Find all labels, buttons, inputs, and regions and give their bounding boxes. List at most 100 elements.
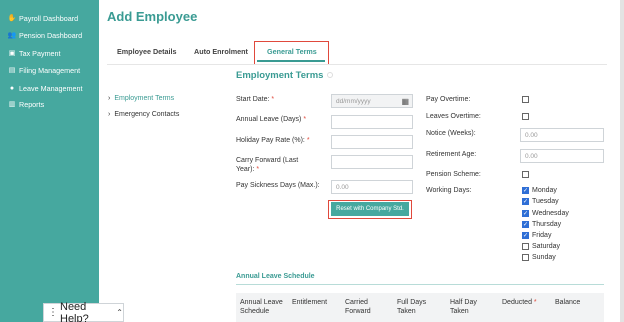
annual-leave-input[interactable] bbox=[331, 115, 413, 129]
pay-sickness-input[interactable]: 0.00 bbox=[331, 180, 413, 194]
chevron-up-icon[interactable]: ⌃ bbox=[116, 308, 123, 317]
notice-weeks-value: 0.00 bbox=[525, 131, 538, 139]
main-panel: Add Employee Employee Details Auto Enrol… bbox=[99, 0, 624, 322]
sidebar-item-filing-management[interactable]: ▤ Filing Management bbox=[8, 63, 80, 77]
annual-leave-schedule-title: Annual Leave Schedule bbox=[236, 273, 315, 280]
wednesday-checkbox[interactable] bbox=[522, 210, 529, 217]
scrollbar[interactable] bbox=[620, 0, 624, 322]
annual-leave-label-text: Annual Leave (Days) bbox=[236, 116, 302, 123]
pay-sickness-value: 0.00 bbox=[336, 183, 349, 191]
holiday-pay-label: Holiday Pay Rate (%): * bbox=[236, 136, 310, 145]
start-date-label-text: Start Date: bbox=[236, 96, 270, 103]
left-nav-employment-terms[interactable]: › Employment Terms bbox=[108, 95, 174, 102]
column-header-line1: Deducted bbox=[502, 299, 532, 306]
leaves-overtime-label: Leaves Overtime: bbox=[426, 113, 481, 120]
required-marker: * bbox=[256, 166, 260, 173]
need-help-label: Need Help? bbox=[60, 300, 89, 322]
sidebar-item-label: Leave Management bbox=[19, 83, 83, 93]
column-header-half-day-taken: Half Day Taken bbox=[450, 298, 477, 316]
column-header-line2: Taken bbox=[450, 308, 469, 315]
chevron-right-icon: › bbox=[108, 111, 111, 118]
required-marker: * bbox=[533, 299, 537, 306]
thursday-checkbox[interactable] bbox=[522, 221, 529, 228]
column-header-line1: Full Days bbox=[397, 299, 427, 306]
thursday-label: Thursday bbox=[532, 221, 562, 228]
sidebar-item-label: Reports bbox=[19, 99, 45, 109]
left-nav-label: Employment Terms bbox=[114, 95, 175, 102]
pension-scheme-label: Pension Scheme: bbox=[426, 171, 481, 178]
holiday-pay-label-text: Holiday Pay Rate (%): bbox=[236, 137, 305, 144]
column-header-annual-leave-schedule: Annual Leave Schedule bbox=[240, 298, 283, 316]
drag-handle-icon[interactable]: ⋮ bbox=[48, 307, 58, 318]
column-header-line2: Forward bbox=[345, 308, 371, 315]
reset-company-std-button[interactable]: Reset with Company Std. bbox=[331, 202, 409, 216]
tuesday-label: Tuesday bbox=[532, 198, 559, 205]
column-header-line1: Carried bbox=[345, 299, 368, 306]
tab-general-terms[interactable]: General Terms bbox=[267, 47, 317, 56]
sidebar-item-leave-management[interactable]: ● Leave Management bbox=[8, 81, 83, 95]
sidebar-item-payroll-dashboard[interactable]: ✋ Payroll Dashboard bbox=[7, 11, 79, 25]
wallet-icon: ▣ bbox=[8, 50, 16, 57]
retirement-age-label: Retirement Age: bbox=[426, 151, 477, 158]
column-header-deducted: Deducted * bbox=[502, 298, 537, 307]
column-header-line1: Balance bbox=[555, 299, 581, 306]
carry-forward-label-line1: Carry Forward (Last bbox=[236, 157, 299, 164]
friday-label: Friday bbox=[532, 232, 552, 239]
start-date-input[interactable]: dd/mm/yyyy ▦ bbox=[331, 94, 413, 108]
carry-forward-label: Carry Forward (Last Year): * bbox=[236, 156, 298, 174]
column-header-line1: Annual Leave bbox=[240, 299, 283, 306]
sidebar-item-label: Pension Dashboard bbox=[19, 30, 83, 40]
hand-coin-icon: ✋ bbox=[7, 15, 17, 22]
leaves-overtime-checkbox[interactable] bbox=[522, 113, 529, 120]
saturday-checkbox[interactable] bbox=[522, 243, 529, 250]
tab-employee-details[interactable]: Employee Details bbox=[117, 47, 177, 56]
column-header-carried-forward: Carried Forward bbox=[345, 298, 371, 316]
pay-sickness-label: Pay Sickness Days (Max.): bbox=[236, 182, 320, 189]
retirement-age-value: 0.00 bbox=[525, 152, 538, 160]
info-icon bbox=[327, 72, 334, 78]
sunday-label: Sunday bbox=[532, 254, 556, 261]
annual-leave-label: Annual Leave (Days) * bbox=[236, 115, 306, 124]
sidebar: ✋ Payroll Dashboard 👥 Pension Dashboard … bbox=[0, 0, 99, 322]
notice-weeks-input[interactable]: 0.00 bbox=[520, 128, 604, 142]
column-header-full-days-taken: Full Days Taken bbox=[397, 298, 426, 316]
need-help-widget[interactable]: ⋮ Need Help? ⌃ bbox=[43, 300, 124, 322]
section-title-text: Employment Terms bbox=[236, 70, 324, 81]
holiday-pay-input[interactable] bbox=[331, 135, 413, 149]
column-header-line1: Half Day bbox=[450, 299, 477, 306]
required-marker: * bbox=[306, 137, 310, 144]
sidebar-item-label: Payroll Dashboard bbox=[19, 13, 79, 23]
required-marker: * bbox=[271, 96, 275, 103]
sidebar-item-pension-dashboard[interactable]: 👥 Pension Dashboard bbox=[7, 28, 83, 42]
retirement-age-input[interactable]: 0.00 bbox=[520, 149, 604, 163]
calendar-icon[interactable]: ▦ bbox=[401, 97, 409, 106]
section-title: Employment Terms bbox=[236, 70, 334, 81]
schedule-divider bbox=[236, 284, 604, 285]
page-title: Add Employee bbox=[107, 9, 198, 24]
chevron-right-icon: › bbox=[108, 95, 111, 102]
left-nav-label: Emergency Contacts bbox=[114, 111, 180, 118]
sunday-checkbox[interactable] bbox=[522, 254, 529, 261]
tab-auto-enrolment[interactable]: Auto Enrolment bbox=[194, 47, 248, 56]
people-icon: 👥 bbox=[7, 32, 17, 39]
sidebar-item-tax-payment[interactable]: ▣ Tax Payment bbox=[8, 46, 61, 60]
pay-overtime-label: Pay Overtime: bbox=[426, 96, 471, 103]
friday-checkbox[interactable] bbox=[522, 232, 529, 239]
column-header-line1: Entitlement bbox=[292, 299, 328, 306]
tabs-divider bbox=[107, 64, 607, 65]
pension-scheme-checkbox[interactable] bbox=[522, 171, 529, 178]
column-header-line2: Taken bbox=[397, 308, 416, 315]
working-days-label: Working Days: bbox=[426, 187, 472, 194]
column-header-entitlement: Entitlement bbox=[292, 298, 327, 307]
carry-forward-input[interactable] bbox=[331, 155, 413, 169]
sidebar-item-reports[interactable]: ▥ Reports bbox=[8, 97, 44, 111]
left-nav-emergency-contacts[interactable]: › Emergency Contacts bbox=[108, 111, 179, 118]
monday-checkbox[interactable] bbox=[522, 187, 529, 194]
required-marker: * bbox=[303, 116, 307, 123]
tuesday-checkbox[interactable] bbox=[522, 198, 529, 205]
monday-label: Monday bbox=[532, 187, 557, 194]
globe-icon: ● bbox=[9, 84, 15, 92]
start-date-label: Start Date: * bbox=[236, 95, 274, 104]
saturday-label: Saturday bbox=[532, 243, 561, 250]
pay-overtime-checkbox[interactable] bbox=[522, 96, 529, 103]
